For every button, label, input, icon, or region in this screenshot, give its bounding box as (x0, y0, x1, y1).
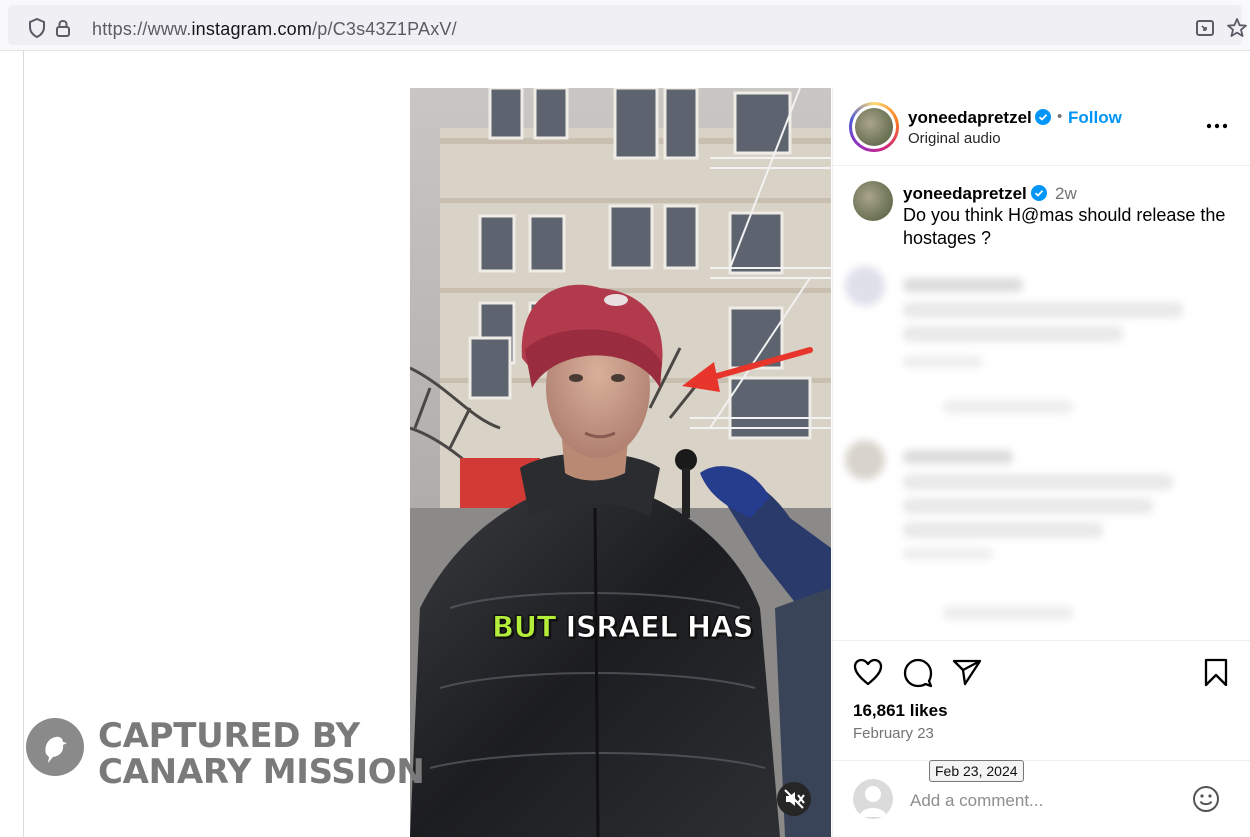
header-username[interactable]: yoneedapretzel (908, 108, 1032, 128)
comment-input[interactable]: Add a comment... (910, 791, 1043, 811)
author-avatar-story-ring[interactable] (849, 102, 899, 152)
mute-button[interactable] (777, 782, 811, 816)
date-tooltip: Feb 23, 2024 (929, 760, 1024, 782)
canary-mission-watermark: CAPTURED BY CANARY MISSION (26, 718, 425, 790)
address-bar[interactable]: https://www.instagram.com/p/C3s43Z1PAxV/ (8, 5, 1247, 45)
url-text[interactable]: https://www.instagram.com/p/C3s43Z1PAxV/ (92, 19, 457, 40)
emoji-icon[interactable] (1192, 785, 1220, 813)
actions-divider (833, 640, 1250, 641)
caption-age[interactable]: 2w (1055, 184, 1077, 204)
likes-count[interactable]: 16,861 likes (853, 701, 948, 721)
follow-button[interactable]: Follow (1068, 108, 1122, 128)
avatar (855, 108, 893, 146)
shield-icon[interactable] (26, 17, 48, 39)
share-icon[interactable] (952, 658, 982, 686)
comment-divider (833, 760, 1250, 761)
canary-bird-icon (26, 718, 84, 776)
page-left-border (23, 50, 24, 837)
bookmark-icon[interactable] (1204, 658, 1228, 687)
current-user-avatar (853, 779, 893, 819)
reel-video[interactable]: BUT ISRAEL HAS (410, 88, 831, 837)
mute-icon (784, 789, 805, 809)
post-details-panel: yoneedapretzel • Follow Original audio y… (832, 88, 1250, 837)
header-separator: • (1057, 108, 1063, 125)
comment-icon[interactable] (903, 658, 933, 688)
heart-icon[interactable] (853, 658, 883, 686)
caption-username[interactable]: yoneedapretzel (903, 184, 1027, 204)
watermark-text: CAPTURED BY CANARY MISSION (98, 716, 425, 792)
more-options-icon[interactable] (1205, 122, 1229, 130)
video-caption-overlay: BUT ISRAEL HAS (492, 610, 754, 645)
audio-label[interactable]: Original audio (908, 130, 1001, 147)
caption-text: Do you think H@mas should release the ho… (903, 205, 1226, 248)
browser-toolbar: https://www.instagram.com/p/C3s43Z1PAxV/ (0, 0, 1250, 51)
user-placeholder-icon (859, 786, 887, 817)
verified-badge-icon (1035, 109, 1051, 125)
video-frame (410, 88, 831, 837)
post-date[interactable]: February 23 (853, 725, 934, 742)
star-icon[interactable] (1226, 17, 1248, 39)
picture-in-picture-icon[interactable] (1194, 17, 1216, 39)
lock-icon[interactable] (52, 17, 74, 39)
caption-avatar[interactable] (853, 181, 893, 221)
header-divider (833, 165, 1250, 166)
verified-badge-icon (1031, 185, 1047, 201)
